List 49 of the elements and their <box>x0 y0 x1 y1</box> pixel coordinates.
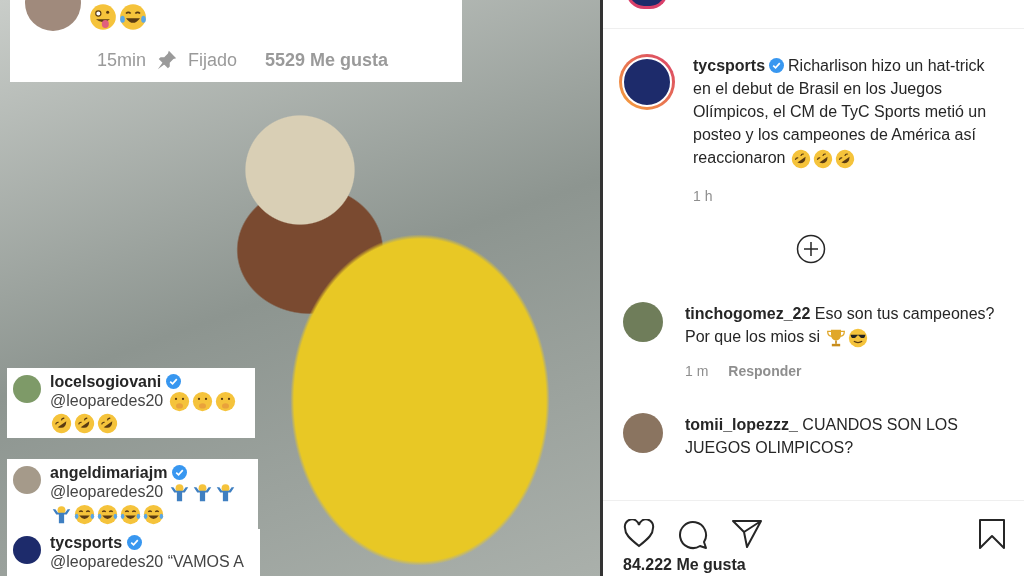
hand-over-mouth-face-icon <box>214 391 236 413</box>
shrugging-person-icon <box>191 482 213 504</box>
username[interactable]: tycsports <box>50 533 123 552</box>
comment-text: tomii_lopezzz_ CUANDOS SON LOS JUEGOS OLIMPICOS? <box>685 416 958 456</box>
avatar <box>619 54 675 110</box>
load-more-comments-button[interactable] <box>795 234 826 264</box>
trophy-icon <box>825 327 846 348</box>
like-count: 84.222 Me gusta <box>622 555 747 575</box>
tears-of-joy-face-icon <box>97 503 118 525</box>
avatar <box>623 413 663 453</box>
post-time: 1 h <box>693 188 714 204</box>
pinned-label: Fijado <box>188 49 238 71</box>
like-button[interactable] <box>623 519 655 549</box>
tilted-laughing-face-icon <box>97 412 118 434</box>
avatar <box>13 536 41 564</box>
comment-text: @leoparedes20 <box>50 483 164 500</box>
tears-of-joy-face-icon <box>119 3 147 31</box>
username[interactable]: locelsogiovani <box>50 372 162 391</box>
hand-over-mouth-face-icon <box>191 391 213 413</box>
save-button[interactable] <box>978 518 1006 550</box>
tears-of-joy-face-icon <box>143 503 164 525</box>
tilted-laughing-face-icon <box>790 148 811 169</box>
pin-icon <box>156 49 179 71</box>
comment-text: tinchogomez_22 Eso son tus campeones? Por que los mios si <box>685 305 995 345</box>
tilted-laughing-face-icon <box>74 412 95 434</box>
avatar <box>13 466 41 494</box>
comment-time: 1 m <box>685 362 709 381</box>
comment-text: @leoparedes20 <box>50 392 164 409</box>
username[interactable]: angeldimariajm <box>50 463 168 482</box>
tilted-laughing-face-icon <box>812 148 833 169</box>
tilted-laughing-face-icon <box>51 412 72 434</box>
tilted-laughing-face-icon <box>834 148 855 169</box>
tears-of-joy-face-icon <box>74 503 95 525</box>
avatar <box>13 375 41 403</box>
comment-button[interactable] <box>677 518 709 550</box>
shrugging-person-icon <box>51 503 72 525</box>
post-caption: tycsports Richarlison hizo un hat-trick en el debut de Brasil en los Juegos Olímpicos, el CM de TyC Sports metió un posteo y los campeones de América así reaccionaron <box>693 57 987 166</box>
tongue-face-icon <box>89 3 117 31</box>
share-button[interactable] <box>731 519 763 549</box>
like-count: 5529 Me gusta <box>265 49 389 71</box>
comment-text: @leoparedes20 “VAMOS A <box>50 553 244 570</box>
tears-of-joy-face-icon <box>120 503 141 525</box>
shrugging-person-icon <box>168 482 190 504</box>
shrugging-person-icon <box>214 482 236 504</box>
plus-icon <box>795 234 826 264</box>
sunglasses-face-icon <box>847 327 868 348</box>
avatar <box>623 302 663 342</box>
comment-time: 15min <box>97 49 147 71</box>
hand-over-mouth-face-icon <box>168 391 190 413</box>
